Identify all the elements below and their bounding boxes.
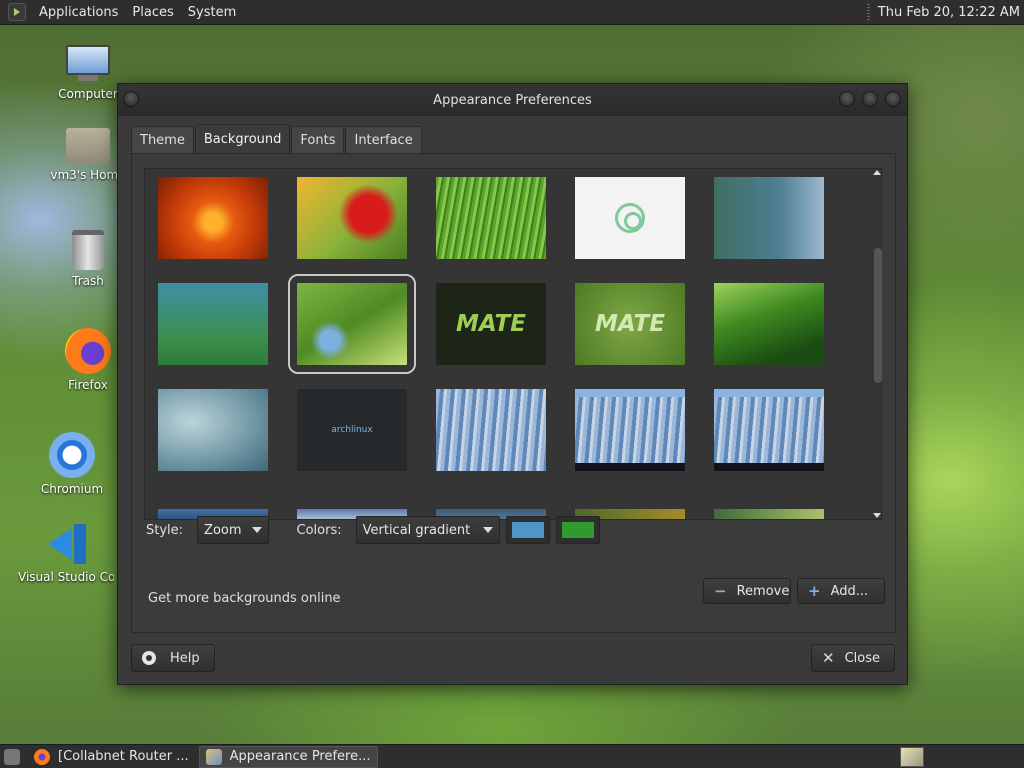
workspace-switcher[interactable] <box>900 746 924 767</box>
wallpaper-thumbnail[interactable]: archlinux <box>297 389 407 471</box>
wallpaper-thumbnail[interactable] <box>297 177 407 259</box>
wallpaper-thumbnail[interactable] <box>158 283 268 365</box>
style-colors-row: Style: Zoom Colors: Vertical gradient <box>146 515 600 545</box>
desktop-icon <box>4 748 20 765</box>
window-title: Appearance Preferences <box>433 92 592 108</box>
wallpaper-thumbnail[interactable] <box>575 177 685 259</box>
gallery-scrollbar[interactable] <box>872 168 883 520</box>
wallpaper-thumbnail-selected[interactable] <box>288 274 416 374</box>
vscode-icon <box>44 522 88 566</box>
top-panel: Applications Places System Thu Feb 20, 1… <box>0 0 1024 25</box>
scroll-down-arrow-icon[interactable] <box>873 513 881 518</box>
add-button[interactable]: + Add... <box>797 578 885 604</box>
wallpaper-thumbnail[interactable]: MATE <box>436 283 546 365</box>
style-dropdown[interactable]: Zoom <box>197 516 269 544</box>
desktop-icon-chromium[interactable]: Chromium <box>22 432 122 496</box>
firefox-icon <box>34 748 50 765</box>
background-panel: MATE MATE archlinux Style: Zoom Colors: … <box>131 153 896 633</box>
wallpaper-thumbnail[interactable]: MATE <box>575 283 685 365</box>
chevron-down-icon <box>482 527 493 533</box>
wallpaper-thumbnail[interactable] <box>158 389 268 471</box>
trash-icon <box>72 230 104 270</box>
colors-label: Colors: <box>296 522 342 538</box>
maximize-button[interactable] <box>862 91 878 107</box>
show-desktop-button[interactable] <box>0 746 24 768</box>
style-label: Style: <box>146 522 184 538</box>
menu-system[interactable]: System <box>181 5 243 20</box>
wallpaper-thumbnail[interactable] <box>575 389 685 471</box>
wallpaper-thumbnail[interactable] <box>714 509 824 519</box>
minus-icon: − <box>714 582 727 600</box>
window-titlebar[interactable]: Appearance Preferences <box>118 84 907 116</box>
computer-icon <box>64 45 112 83</box>
appearance-preferences-window: Appearance Preferences Theme Background … <box>117 83 908 685</box>
menu-places[interactable]: Places <box>125 5 180 20</box>
firefox-icon <box>65 328 111 374</box>
tab-interface[interactable]: Interface <box>345 126 422 153</box>
help-icon <box>142 651 156 665</box>
colors-dropdown[interactable]: Vertical gradient <box>355 516 500 544</box>
help-button[interactable]: Help <box>131 644 215 672</box>
close-button[interactable]: ✕ Close <box>811 644 895 672</box>
wallpaper-thumbnail[interactable] <box>158 177 268 259</box>
scroll-up-arrow-icon[interactable] <box>873 170 881 175</box>
taskbar-item-router[interactable]: [Collabnet Router ... <box>28 746 195 768</box>
close-icon: ✕ <box>822 649 835 667</box>
chromium-icon <box>49 432 95 478</box>
plus-icon: + <box>808 582 821 600</box>
panel-separator <box>866 4 870 20</box>
minimize-button[interactable] <box>839 91 855 107</box>
menu-applications[interactable]: Applications <box>32 5 125 20</box>
tab-bar: Theme Background Fonts Interface <box>131 124 423 153</box>
home-folder-icon <box>66 128 110 164</box>
taskbar-item-appearance[interactable]: Appearance Prefere... <box>198 745 378 768</box>
primary-color-button[interactable] <box>505 516 550 544</box>
desktop-icon-vscode[interactable]: Visual Studio Code <box>18 522 114 584</box>
mate-menu-icon[interactable] <box>8 3 26 21</box>
scrollbar-thumb[interactable] <box>874 248 882 383</box>
color-swatch <box>561 522 594 538</box>
color-swatch <box>511 522 544 538</box>
window-menu-button[interactable] <box>123 91 139 107</box>
wallpaper-thumbnail[interactable] <box>436 389 546 471</box>
appearance-icon <box>205 748 222 765</box>
wallpaper-thumbnail[interactable] <box>714 177 824 259</box>
tab-fonts[interactable]: Fonts <box>291 126 345 153</box>
tab-theme[interactable]: Theme <box>131 126 194 153</box>
logo-icon <box>615 203 645 233</box>
more-backgrounds-link[interactable]: Get more backgrounds online <box>148 591 341 606</box>
wallpaper-gallery[interactable]: MATE MATE archlinux <box>144 168 882 520</box>
tab-background[interactable]: Background <box>194 124 291 153</box>
secondary-color-button[interactable] <box>555 516 600 544</box>
chevron-down-icon <box>251 527 262 533</box>
bottom-panel: [Collabnet Router ... Appearance Prefere… <box>0 744 1024 768</box>
window-close-button[interactable] <box>885 91 901 107</box>
wallpaper-thumbnail[interactable] <box>714 283 824 365</box>
remove-button[interactable]: − Remove <box>703 578 791 604</box>
wallpaper-thumbnail[interactable] <box>436 177 546 259</box>
wallpaper-thumbnail[interactable] <box>714 389 824 471</box>
clock[interactable]: Thu Feb 20, 12:22 AM <box>878 5 1024 20</box>
